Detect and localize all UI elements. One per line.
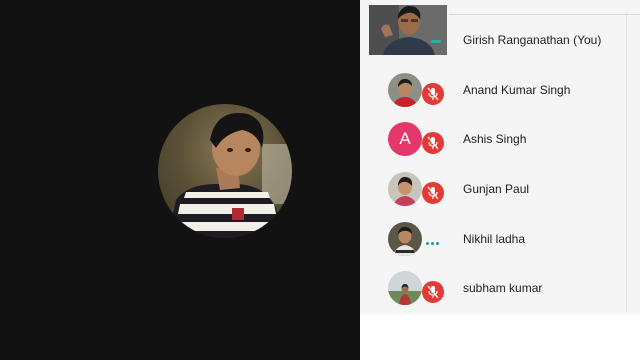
participant-name: subham kumar bbox=[463, 281, 543, 295]
participant-name: Anand Kumar Singh bbox=[463, 83, 571, 97]
participant-row[interactable]: subham kumar bbox=[360, 263, 640, 313]
participant-letter-avatar: A bbox=[388, 122, 422, 156]
self-audio-indicator bbox=[431, 40, 441, 43]
participant-row-self[interactable]: Girish Ranganathan (You) bbox=[360, 5, 640, 65]
participant-row[interactable]: Anand Kumar Singh bbox=[360, 65, 640, 115]
participant-row[interactable]: Nikhil ladha bbox=[360, 214, 640, 264]
self-video-thumbnail[interactable] bbox=[369, 5, 447, 55]
mic-muted-icon bbox=[422, 131, 444, 154]
participant-row[interactable]: Gunjan Paul bbox=[360, 164, 640, 214]
mic-muted-icon bbox=[422, 181, 444, 204]
active-speaker-avatar bbox=[158, 104, 292, 238]
participant-name: Gunjan Paul bbox=[463, 182, 530, 196]
participant-name: Girish Ranganathan (You) bbox=[463, 33, 602, 47]
mic-muted-icon bbox=[422, 280, 444, 303]
mic-muted-icon bbox=[422, 82, 444, 105]
panel-footer bbox=[360, 314, 640, 360]
participant-avatar bbox=[388, 222, 422, 256]
participant-avatar bbox=[388, 271, 422, 305]
participant-name: Nikhil ladha bbox=[463, 232, 526, 246]
participant-row[interactable]: A Ashis Singh bbox=[360, 114, 640, 164]
main-video-stage bbox=[0, 0, 360, 360]
participant-avatar bbox=[388, 73, 422, 107]
participant-avatar bbox=[388, 172, 422, 206]
speaking-indicator-icon bbox=[426, 242, 440, 246]
participant-name: Ashis Singh bbox=[463, 132, 527, 146]
